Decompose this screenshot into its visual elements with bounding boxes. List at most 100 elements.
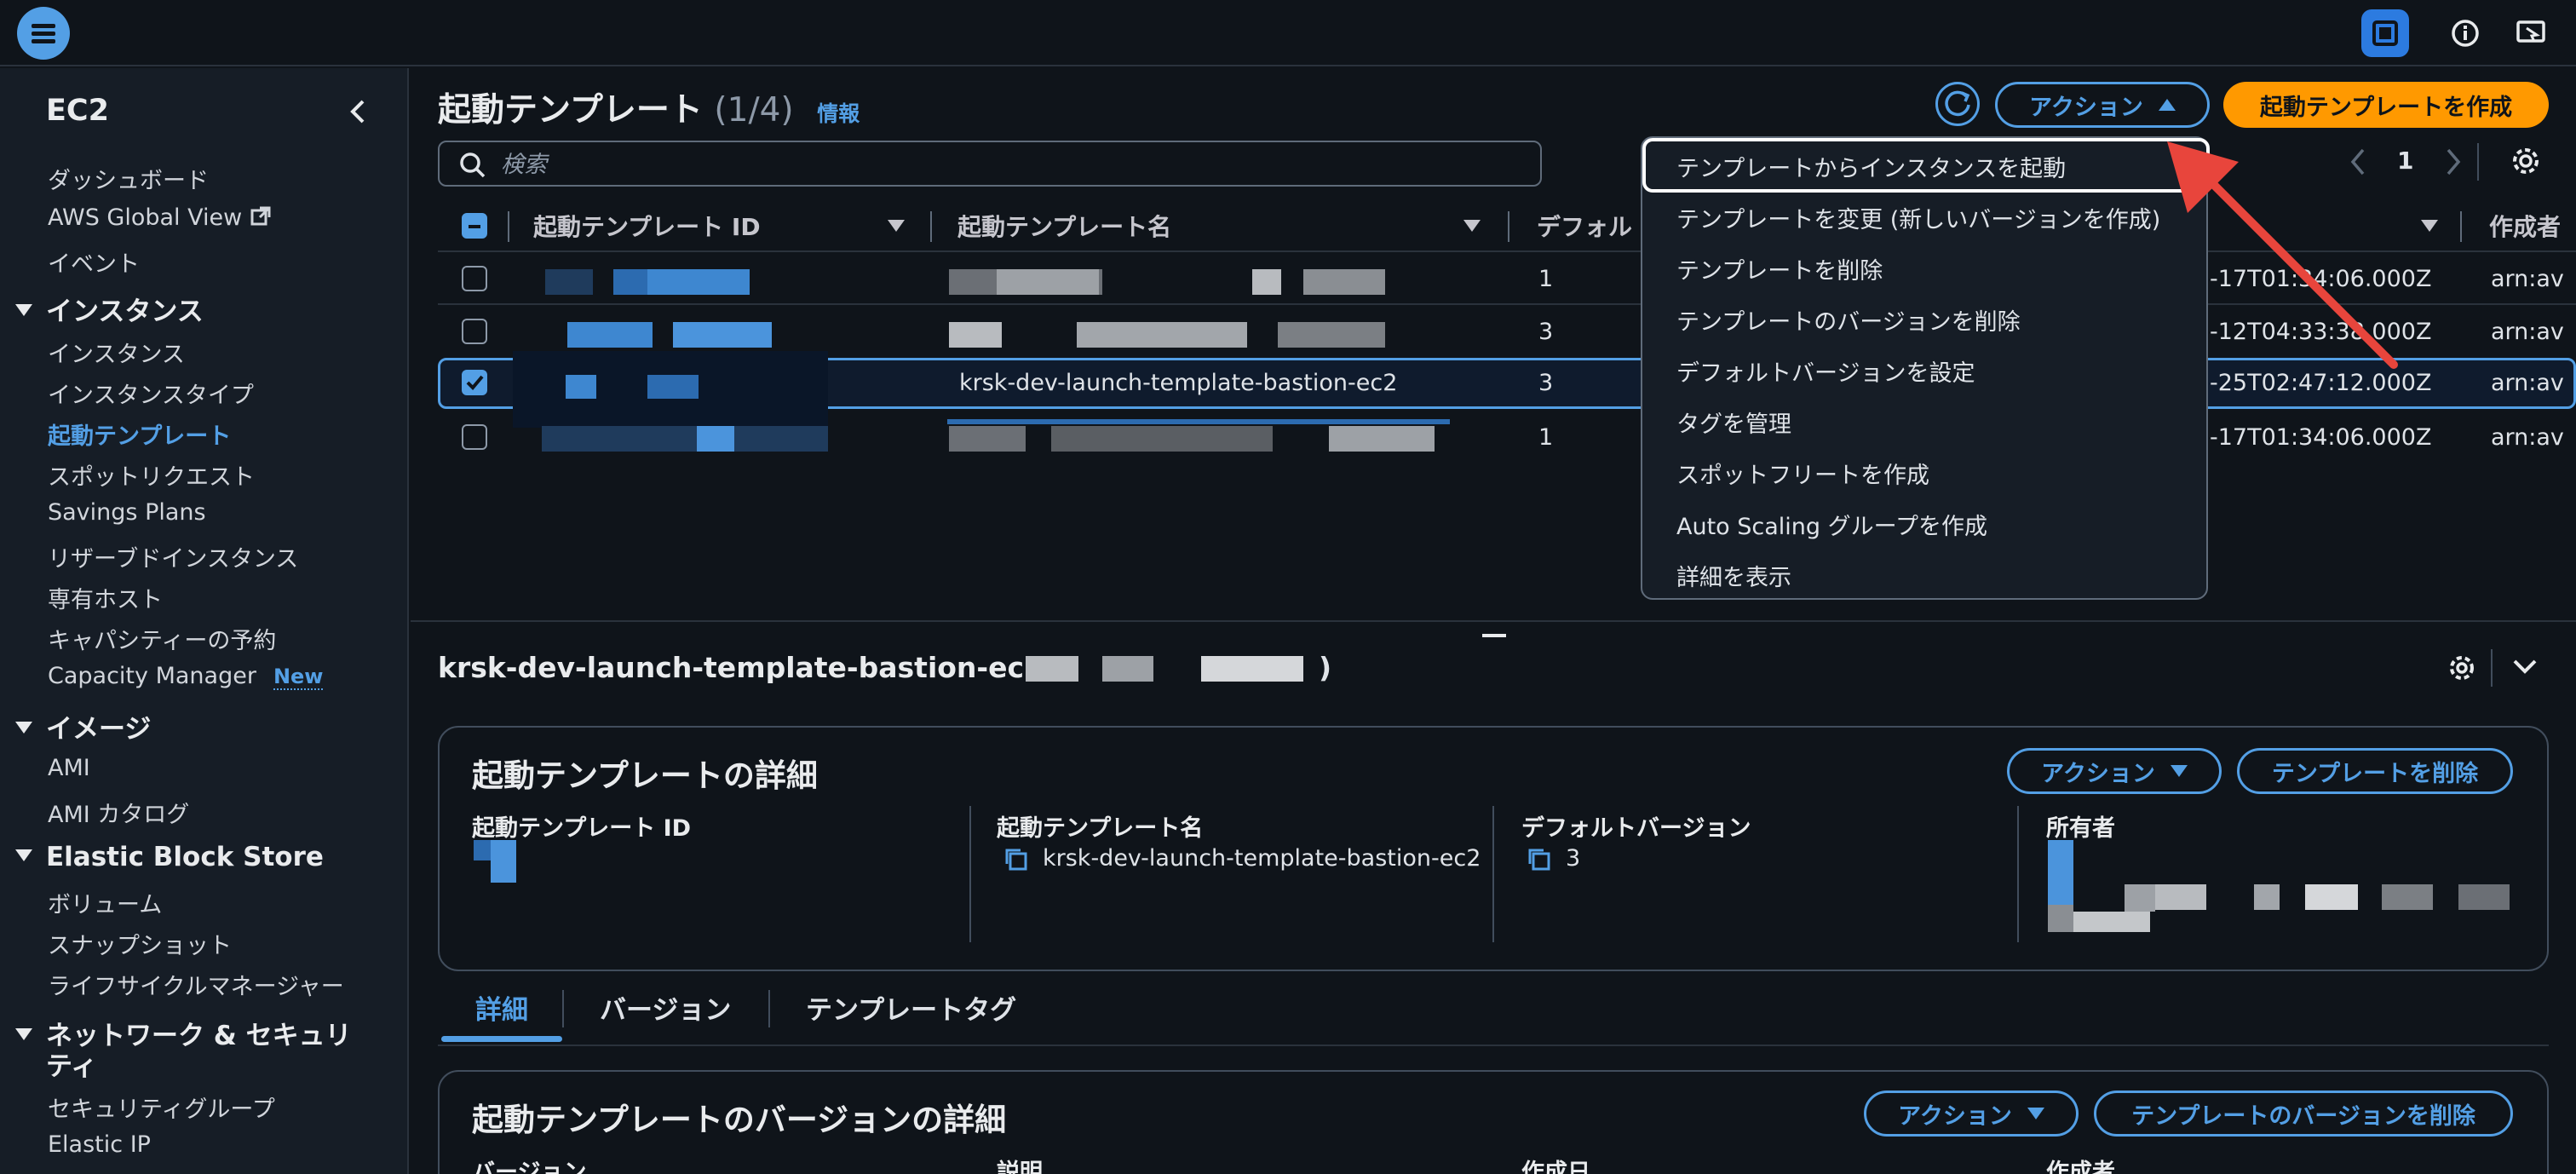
- column-header-name[interactable]: 起動テンプレート名: [957, 209, 1171, 243]
- table-settings-icon[interactable]: [2508, 143, 2544, 182]
- menu-item-delete-template[interactable]: テンプレートを削除: [1676, 252, 1883, 285]
- collapse-chevron-icon[interactable]: [2511, 656, 2539, 682]
- sidebar-item-spot-requests[interactable]: スポットリクエスト: [48, 458, 255, 492]
- sidebar-item-dashboard[interactable]: ダッシュボード: [48, 162, 209, 195]
- top-bar: [0, 0, 2576, 66]
- label-owner: 所有者: [2046, 815, 2115, 842]
- section-label: Elastic Block Store: [46, 842, 324, 872]
- menu-item-set-default-version[interactable]: デフォルトバージョンを設定: [1676, 354, 1975, 388]
- redacted-block: [1051, 426, 1273, 452]
- external-link-icon: [250, 206, 271, 226]
- create-launch-template-button[interactable]: 起動テンプレートを作成: [2223, 82, 2549, 128]
- collapse-sidebar-icon[interactable]: [348, 99, 368, 128]
- detail-title: krsk-dev-launch-template-bastion-ec2 (: [438, 651, 1067, 684]
- sidebar-item-launch-templates[interactable]: 起動テンプレート: [48, 417, 231, 451]
- row-version: 1: [1538, 266, 1554, 292]
- sidebar-item-events[interactable]: イベント: [48, 245, 140, 279]
- search-icon: [460, 153, 486, 178]
- sort-icon[interactable]: [888, 220, 905, 232]
- menu-icon[interactable]: [17, 7, 70, 60]
- caret-down-icon: [2170, 765, 2188, 777]
- refresh-button[interactable]: [1935, 82, 1980, 126]
- redacted-block: [997, 269, 1099, 295]
- sidebar-section-ebs[interactable]: Elastic Block Store: [15, 842, 324, 872]
- divider: [768, 990, 770, 1027]
- row-checkbox-checked[interactable]: [462, 370, 487, 395]
- row-arn: arn:av: [2491, 370, 2564, 396]
- version-actions-button[interactable]: アクション: [1864, 1091, 2079, 1137]
- redacted-block: [647, 269, 750, 295]
- panel-layout-icon[interactable]: [2361, 9, 2409, 57]
- redacted-block: [2254, 884, 2280, 910]
- redacted-block: [1278, 322, 1385, 348]
- sidebar-item-global-view[interactable]: AWS Global View: [48, 204, 272, 231]
- sidebar-item-instances[interactable]: インスタンス: [48, 336, 185, 369]
- delete-template-button[interactable]: テンプレートを削除: [2237, 748, 2513, 794]
- redacted-block: [1252, 269, 1281, 295]
- menu-item-launch-instance[interactable]: テンプレートからインスタンスを起動: [1676, 150, 2066, 183]
- sidebar-item-capacity-reservations[interactable]: キャパシティーの予約: [48, 622, 276, 655]
- sidebar-item-snapshots[interactable]: スナップショット: [48, 927, 232, 960]
- label-template-name: 起動テンプレート名: [997, 815, 1204, 842]
- sort-icon[interactable]: [1463, 220, 1481, 232]
- select-all-checkbox[interactable]: [462, 213, 487, 239]
- resize-handle-icon[interactable]: [1482, 634, 1506, 637]
- menu-item-view-details[interactable]: 詳細を表示: [1676, 559, 1791, 592]
- actions-dropdown-button[interactable]: アクション: [1995, 82, 2210, 128]
- redacted-block: [2125, 884, 2155, 912]
- redacted-block: [2073, 912, 2150, 932]
- row-checkbox[interactable]: [462, 266, 487, 291]
- row-checkbox[interactable]: [462, 424, 487, 450]
- info-icon[interactable]: [2441, 9, 2489, 57]
- sidebar-section-images[interactable]: イメージ: [15, 707, 151, 745]
- active-tab-indicator: [441, 1036, 562, 1042]
- split-divider[interactable]: [411, 620, 2576, 622]
- menu-item-create-spot-fleet[interactable]: スポットフリートを作成: [1676, 457, 1929, 490]
- sidebar-item-instance-types[interactable]: インスタンスタイプ: [48, 377, 254, 410]
- paren-close: ): [1319, 651, 1332, 684]
- next-page-icon[interactable]: [2443, 145, 2464, 182]
- sidebar-item-elastic-ip[interactable]: Elastic IP: [48, 1131, 151, 1158]
- sidebar-section-instances[interactable]: インスタンス: [15, 290, 204, 328]
- redacted-block: [1077, 322, 1247, 348]
- detail-settings-icon[interactable]: [2445, 651, 2479, 688]
- tab-versions[interactable]: バージョン: [600, 988, 731, 1027]
- delete-version-button[interactable]: テンプレートのバージョンを削除: [2094, 1091, 2513, 1137]
- menu-item-manage-tags[interactable]: タグを管理: [1676, 406, 1791, 439]
- sidebar-item-reserved[interactable]: リザーブドインスタンス: [48, 540, 298, 573]
- sidebar-item-dedicated-hosts[interactable]: 専有ホスト: [48, 581, 163, 614]
- tab-template-tags[interactable]: テンプレートタグ: [806, 988, 1016, 1027]
- sidebar-item-volumes[interactable]: ボリューム: [48, 886, 162, 919]
- feedback-icon[interactable]: [2508, 9, 2556, 57]
- redacted-block: [542, 426, 828, 452]
- detail-actions-button[interactable]: アクション: [2007, 748, 2222, 794]
- sidebar-item-capacity-manager[interactable]: Capacity Manager New: [48, 663, 324, 690]
- sidebar-item-lifecycle[interactable]: ライフサイクルマネージャー: [48, 968, 344, 1001]
- row-checkbox[interactable]: [462, 319, 487, 344]
- row-version: 3: [1538, 370, 1554, 396]
- sidebar-item-security-groups[interactable]: セキュリティグループ: [48, 1091, 275, 1124]
- copy-icon[interactable]: [1527, 847, 1552, 872]
- redacted-block: [545, 269, 593, 295]
- menu-item-create-asg[interactable]: Auto Scaling グループを作成: [1676, 508, 1987, 541]
- sidebar-item-savings-plans[interactable]: Savings Plans: [48, 499, 206, 526]
- menu-item-modify-template[interactable]: テンプレートを変更 (新しいバージョンを作成): [1676, 201, 2160, 234]
- info-link[interactable]: 情報: [817, 101, 860, 126]
- row-name[interactable]: krsk-dev-launch-template-bastion-ec2: [959, 370, 1397, 396]
- column-header-id[interactable]: 起動テンプレート ID: [533, 209, 761, 243]
- tab-details[interactable]: 詳細: [475, 988, 528, 1027]
- redacted-block: [2155, 884, 2206, 910]
- label-description: 説明: [997, 1160, 1043, 1174]
- sidebar-item-ami[interactable]: AMI: [48, 755, 90, 781]
- column-header-created-by[interactable]: 作成者: [2489, 209, 2561, 243]
- sidebar-item-ami-catalog[interactable]: AMI カタログ: [48, 796, 189, 829]
- tab-baseline: [438, 1045, 2549, 1046]
- search-input[interactable]: [501, 147, 1523, 181]
- caret-up-icon: [2158, 99, 2176, 111]
- annotation-arrow-icon: [2167, 141, 2398, 369]
- actions-label: アクション: [2029, 94, 2143, 121]
- copy-icon[interactable]: [1003, 847, 1029, 872]
- column-header-default[interactable]: デフォル: [1537, 209, 1632, 243]
- redacted-block: [1329, 426, 1435, 452]
- menu-item-delete-version[interactable]: テンプレートのバージョンを削除: [1676, 303, 2021, 337]
